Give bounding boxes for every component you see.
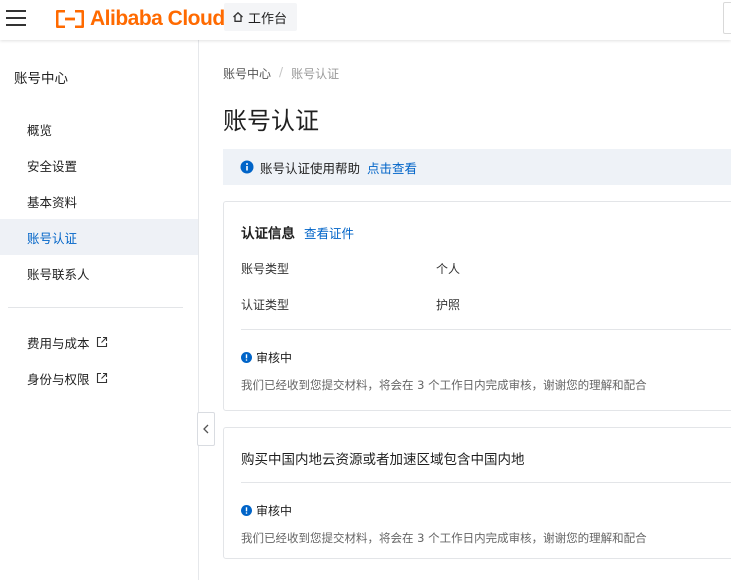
status-description: 我们已经收到您提交材料，将会在 3 个工作日内完成审核，谢谢您的理解和配合 bbox=[241, 531, 647, 545]
alibaba-cloud-logo[interactable]: Alibaba Cloud bbox=[56, 5, 225, 33]
sidebar-item-label: 基本资料 bbox=[27, 194, 78, 210]
sidebar-item-label: 身份与权限 bbox=[27, 371, 90, 387]
sidebar-collapse-button[interactable] bbox=[197, 412, 215, 446]
status-badge: 审核中 bbox=[241, 502, 292, 519]
card-heading: 购买中国内地云资源或者加速区域包含中国内地 bbox=[241, 452, 525, 468]
status-description: 我们已经收到您提交材料，将会在 3 个工作日内完成审核，谢谢您的理解和配合 bbox=[241, 378, 647, 392]
breadcrumb: 账号中心 / 账号认证 bbox=[223, 65, 339, 82]
status-text: 审核中 bbox=[256, 504, 293, 518]
sidebar-item-label: 账号联系人 bbox=[27, 266, 90, 282]
breadcrumb-account-center[interactable]: 账号中心 bbox=[223, 65, 271, 82]
certification-info-card: 认证信息 查看证件 账号类型 个人 认证类型 护照 审核中 我们已经收到您提交材… bbox=[223, 201, 731, 411]
help-view-link[interactable]: 点击查看 bbox=[367, 158, 417, 177]
card-heading: 认证信息 bbox=[241, 226, 295, 242]
status-text: 审核中 bbox=[256, 351, 293, 365]
status-badge: 审核中 bbox=[241, 349, 292, 366]
brand-name: Alibaba Cloud bbox=[90, 7, 225, 30]
search-box-edge[interactable] bbox=[723, 2, 731, 34]
page-title: 账号认证 bbox=[223, 107, 319, 135]
sidebar-item-security-settings[interactable]: 安全设置 bbox=[0, 147, 198, 183]
sidebar-item-account-verification[interactable]: 账号认证 bbox=[0, 219, 198, 255]
main-content: 账号中心 / 账号认证 账号认证 账号认证使用帮助 点击查看 认证信息 查看证件… bbox=[200, 40, 731, 580]
sidebar-title: 账号中心 bbox=[14, 71, 68, 87]
certification-type-label: 认证类型 bbox=[241, 298, 290, 312]
sidebar-item-label: 账号认证 bbox=[27, 230, 78, 246]
card-divider bbox=[241, 482, 731, 483]
workbench-label: 工作台 bbox=[248, 11, 288, 27]
help-text: 账号认证使用帮助 bbox=[260, 160, 361, 176]
sidebar: 账号中心 概览 安全设置 基本资料 账号认证 账号联系人 费用与成本 身份与权限 bbox=[0, 40, 199, 580]
sidebar-item-label: 费用与成本 bbox=[27, 335, 90, 351]
sidebar-item-account-contacts[interactable]: 账号联系人 bbox=[0, 255, 198, 291]
card-divider bbox=[241, 329, 731, 330]
sidebar-item-overview[interactable]: 概览 bbox=[0, 111, 198, 147]
breadcrumb-separator: / bbox=[279, 65, 284, 79]
certification-type-value: 护照 bbox=[436, 298, 461, 312]
external-link-icon bbox=[96, 336, 107, 348]
sidebar-item-label: 概览 bbox=[27, 122, 53, 138]
mainland-china-region-card: 购买中国内地云资源或者加速区域包含中国内地 审核中 我们已经收到您提交材料，将会… bbox=[223, 427, 731, 559]
chevron-left-icon bbox=[203, 424, 209, 434]
top-bar: Alibaba Cloud 工作台 bbox=[0, 0, 731, 40]
account-type-label: 账号类型 bbox=[241, 262, 290, 276]
sidebar-divider bbox=[8, 307, 183, 308]
sidebar-item-label: 安全设置 bbox=[27, 158, 78, 174]
status-info-icon bbox=[241, 505, 252, 516]
alibaba-logo-mark-icon bbox=[56, 10, 84, 28]
home-icon bbox=[233, 11, 243, 22]
info-icon bbox=[240, 160, 254, 174]
breadcrumb-current: 账号认证 bbox=[291, 67, 340, 81]
account-type-value: 个人 bbox=[436, 262, 461, 276]
sidebar-item-basic-info[interactable]: 基本资料 bbox=[0, 183, 198, 219]
status-info-icon bbox=[241, 352, 252, 363]
view-document-link[interactable]: 查看证件 bbox=[304, 223, 354, 242]
help-notice: 账号认证使用帮助 点击查看 bbox=[223, 149, 731, 185]
workbench-button[interactable]: 工作台 bbox=[224, 3, 298, 31]
menu-icon[interactable] bbox=[6, 8, 28, 28]
sidebar-item-identity-access[interactable]: 身份与权限 bbox=[0, 360, 198, 396]
sidebar-item-billing-cost[interactable]: 费用与成本 bbox=[0, 324, 198, 360]
external-link-icon bbox=[96, 372, 107, 384]
